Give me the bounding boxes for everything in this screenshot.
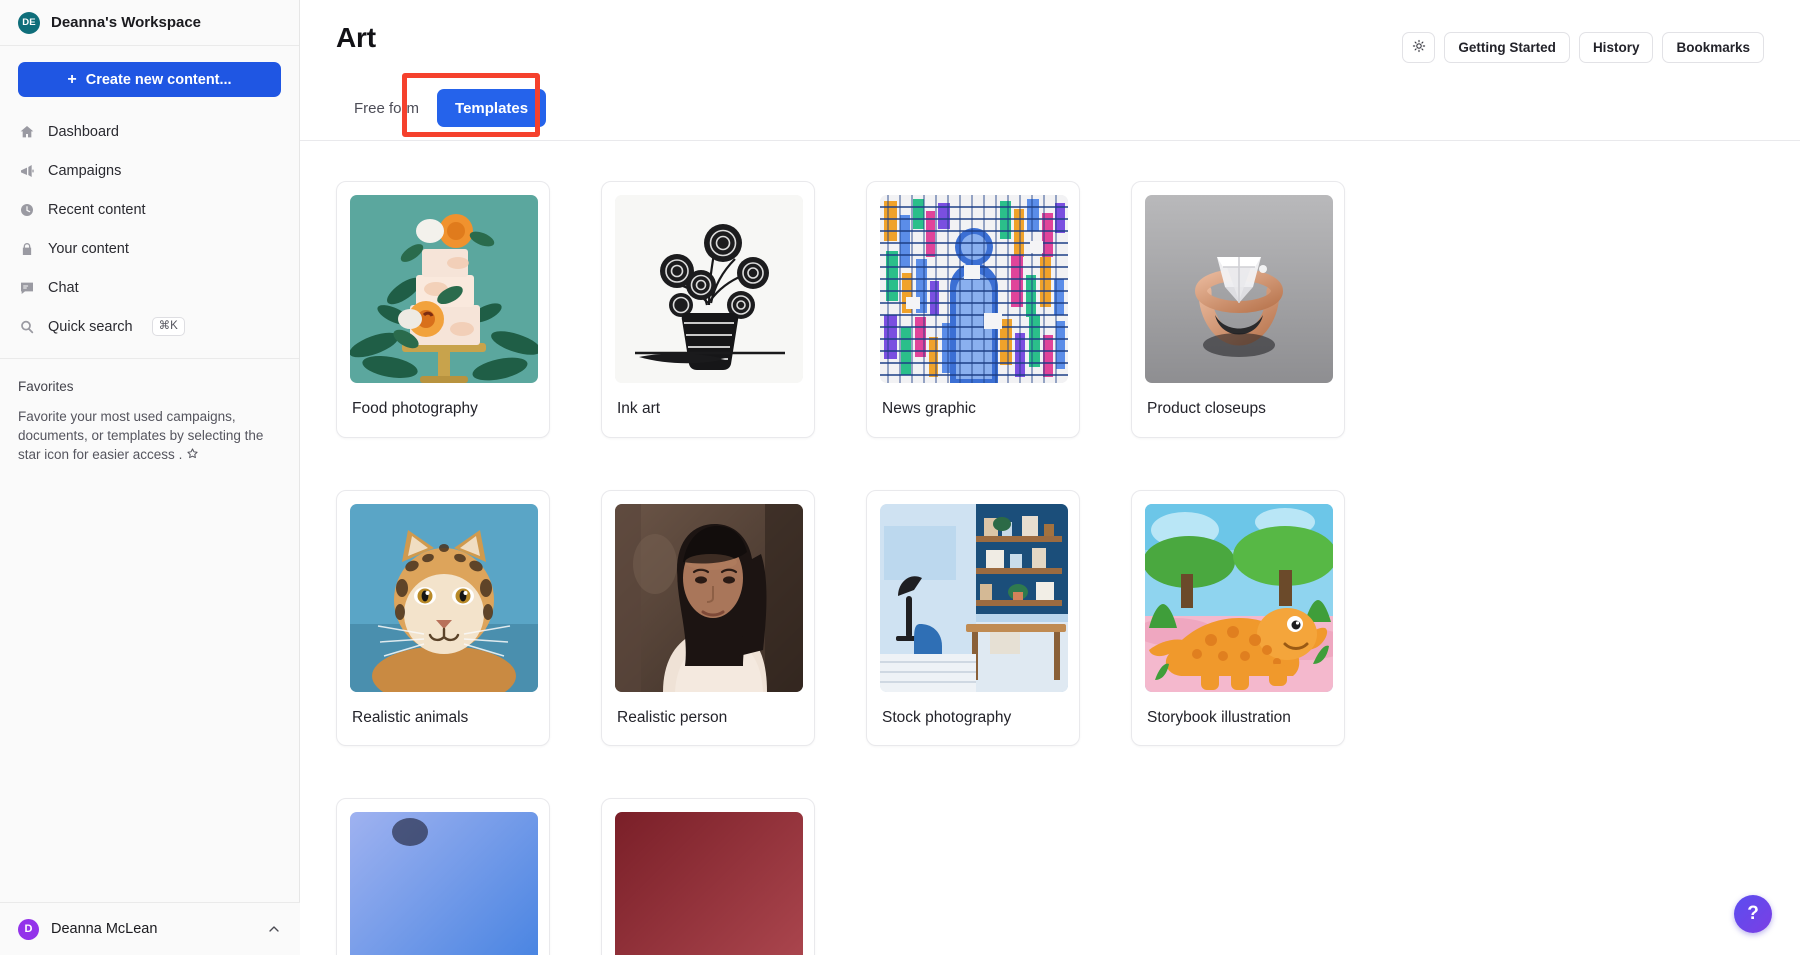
workspace-name: Deanna's Workspace	[51, 14, 201, 31]
template-card[interactable]: News graphic	[866, 181, 1080, 438]
favorites-description: Favorite your most used campaigns, docum…	[18, 407, 281, 465]
template-card-label: Stock photography	[880, 692, 1066, 746]
sidebar-item-chat[interactable]: Chat	[0, 268, 299, 307]
template-card[interactable]: Stock photography	[866, 490, 1080, 747]
thumbnail-maroon-gradient	[615, 812, 803, 955]
template-card-label: Food photography	[350, 383, 536, 437]
home-icon	[18, 123, 35, 140]
sidebar-item-quick-search[interactable]: Quick search ⌘K	[0, 307, 299, 346]
getting-started-button[interactable]: Getting Started	[1444, 32, 1570, 63]
sidebar-item-your-content[interactable]: Your content	[0, 229, 299, 268]
bookmarks-button[interactable]: Bookmarks	[1662, 32, 1764, 63]
sidebar-item-dashboard[interactable]: Dashboard	[0, 112, 299, 151]
page-header: Art Getting Started History Bookmarks	[300, 0, 1800, 54]
thumbnail-ink-roses	[615, 195, 803, 383]
sidebar-item-label: Quick search	[48, 319, 133, 335]
help-button[interactable]: ?	[1734, 895, 1772, 933]
tab-bar: Free form Templates	[300, 76, 1800, 140]
thumbnail-diamond-ring	[1145, 195, 1333, 383]
template-card-label: News graphic	[880, 383, 1066, 437]
chevron-up-icon[interactable]	[266, 921, 282, 937]
avatar: D	[18, 919, 39, 940]
template-card-label: Realistic animals	[350, 692, 536, 746]
sidebar: DE Deanna's Workspace + Create new conte…	[0, 0, 300, 955]
header-actions: Getting Started History Bookmarks	[1402, 32, 1764, 63]
tab-free-form[interactable]: Free form	[336, 89, 437, 127]
star-icon	[186, 446, 199, 465]
sidebar-item-label: Recent content	[48, 202, 146, 218]
tab-group: Free form Templates	[336, 89, 546, 127]
user-name: Deanna McLean	[51, 921, 254, 937]
plus-icon: +	[67, 72, 76, 88]
thumbnail-office-desk	[880, 504, 1068, 692]
history-button[interactable]: History	[1579, 32, 1654, 63]
thumbnail-blue-gradient	[350, 812, 538, 955]
template-card[interactable]: Product closeups	[1131, 181, 1345, 438]
templates-grid: Food photography	[336, 181, 1764, 955]
template-card-partial[interactable]	[336, 798, 550, 955]
main-content: Art Getting Started History Bookmarks F	[300, 0, 1800, 955]
create-new-content-button[interactable]: + Create new content...	[18, 62, 281, 97]
sidebar-item-label: Campaigns	[48, 163, 121, 179]
app-root: DE Deanna's Workspace + Create new conte…	[0, 0, 1800, 955]
template-card-label: Storybook illustration	[1145, 692, 1331, 746]
quick-search-shortcut: ⌘K	[152, 317, 185, 336]
thumbnail-ocelot	[350, 504, 538, 692]
user-account-row[interactable]: D Deanna McLean	[0, 902, 300, 955]
template-card[interactable]: Food photography	[336, 181, 550, 438]
chat-icon	[18, 279, 35, 296]
template-card-partial[interactable]	[601, 798, 815, 955]
favorites-section: Favorites Favorite your most used campai…	[0, 359, 299, 465]
favorites-description-text: Favorite your most used campaigns, docum…	[18, 409, 263, 462]
megaphone-icon	[18, 162, 35, 179]
thumbnail-wedding-cake	[350, 195, 538, 383]
search-icon	[18, 318, 35, 335]
templates-grid-wrapper: Food photography	[300, 141, 1800, 955]
favorites-title: Favorites	[18, 379, 281, 394]
workspace-avatar: DE	[18, 12, 40, 34]
template-card[interactable]: Realistic animals	[336, 490, 550, 747]
lightbulb-button[interactable]	[1402, 32, 1435, 63]
sidebar-nav: Dashboard Campaigns Recent content Your …	[0, 107, 299, 356]
lightbulb-icon	[1411, 38, 1427, 57]
template-card[interactable]: Realistic person	[601, 490, 815, 747]
sidebar-item-campaigns[interactable]: Campaigns	[0, 151, 299, 190]
thumbnail-portrait	[615, 504, 803, 692]
template-card-label: Realistic person	[615, 692, 801, 746]
create-new-content-label: Create new content...	[86, 72, 232, 88]
sidebar-item-label: Dashboard	[48, 124, 119, 140]
thumbnail-glitch-mosaic	[880, 195, 1068, 383]
clock-icon	[18, 201, 35, 218]
sidebar-item-label: Chat	[48, 280, 79, 296]
thumbnail-dinosaur	[1145, 504, 1333, 692]
lock-icon	[18, 240, 35, 257]
template-card-label: Ink art	[615, 383, 801, 437]
template-card[interactable]: Ink art	[601, 181, 815, 438]
template-card[interactable]: Storybook illustration	[1131, 490, 1345, 747]
sidebar-item-label: Your content	[48, 241, 129, 257]
sidebar-item-recent-content[interactable]: Recent content	[0, 190, 299, 229]
template-card-label: Product closeups	[1145, 383, 1331, 437]
workspace-header[interactable]: DE Deanna's Workspace	[0, 0, 299, 46]
tab-templates[interactable]: Templates	[437, 89, 546, 127]
